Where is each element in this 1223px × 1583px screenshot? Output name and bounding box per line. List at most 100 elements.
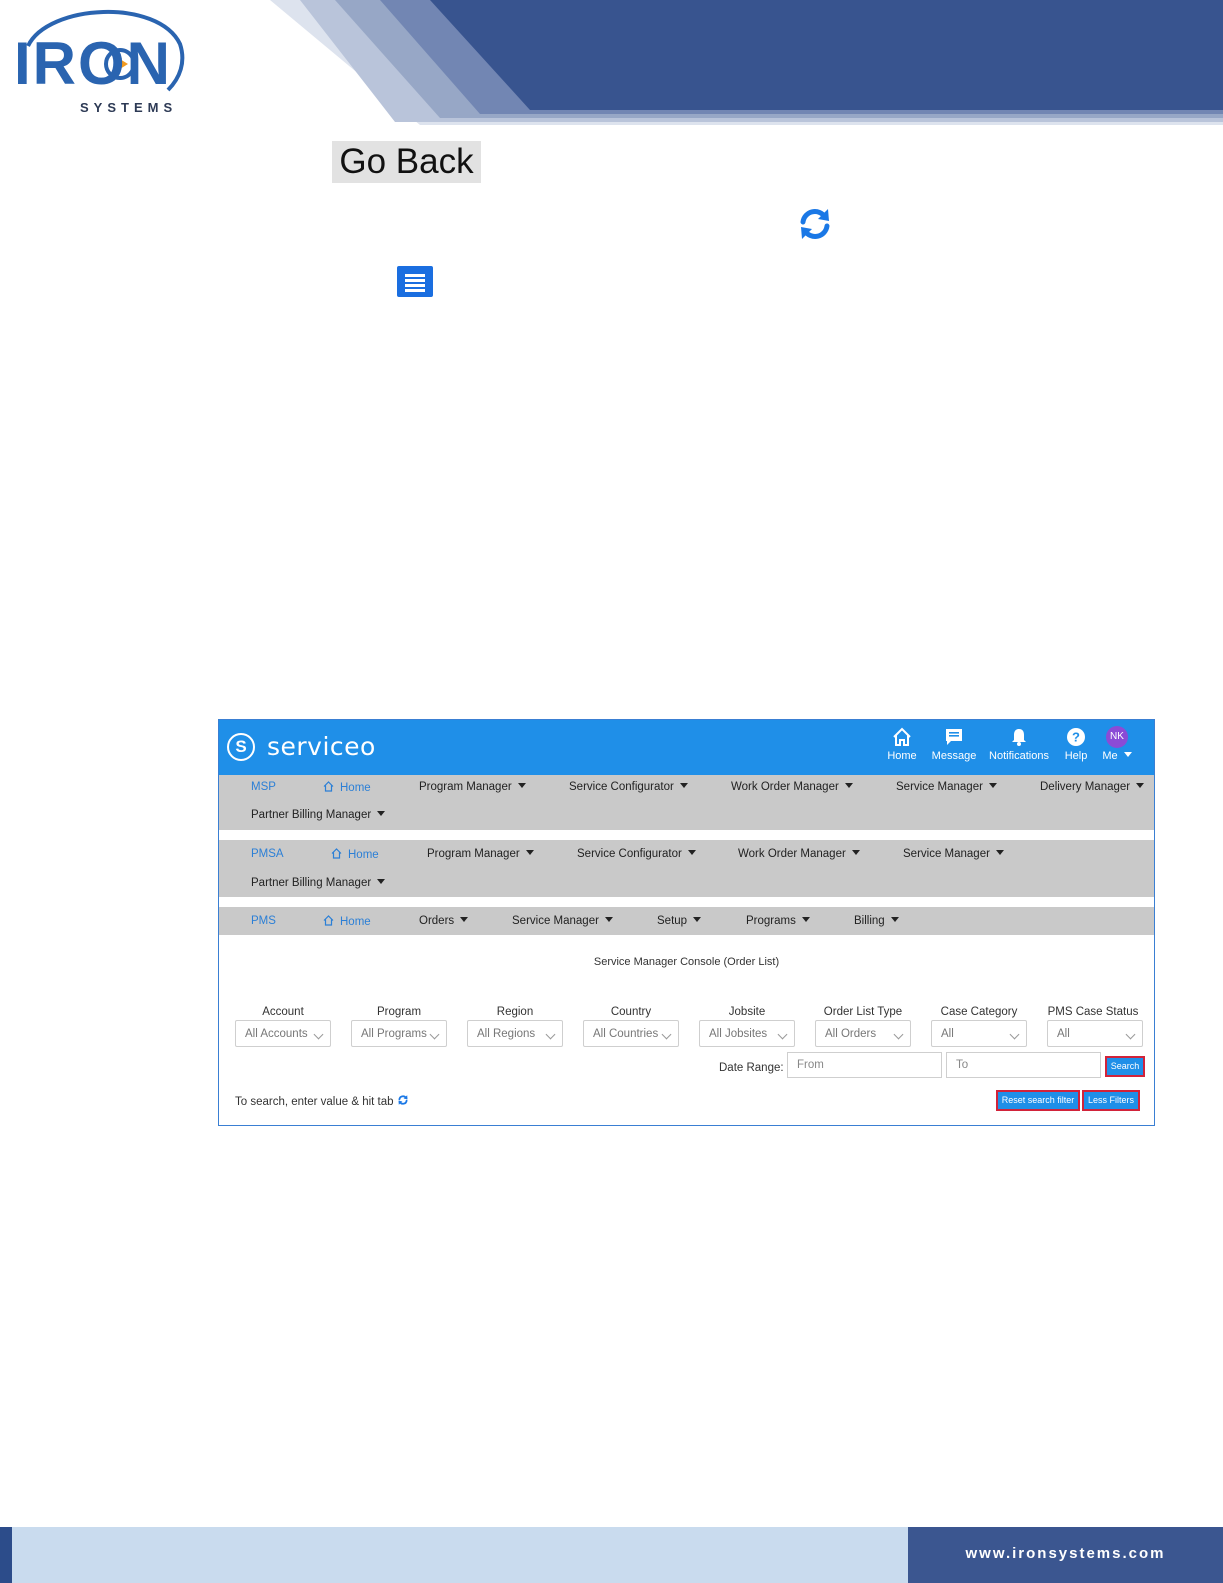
search-button[interactable]: Search xyxy=(1105,1056,1145,1077)
date-range-label: Date Range: xyxy=(719,1062,784,1074)
nav-label: Programs xyxy=(746,915,796,927)
filter-label-pms-case-status: PMS Case Status xyxy=(1047,1006,1139,1018)
program-select[interactable]: All Programs xyxy=(351,1020,447,1047)
iron-systems-logo: IRON SYSTEMS xyxy=(8,6,188,116)
nav-msp-home[interactable]: Home xyxy=(323,781,371,794)
reset-search-filter-button[interactable]: Reset search filter xyxy=(996,1090,1080,1111)
nav-label: Service Manager xyxy=(512,915,599,927)
nav-label: Home xyxy=(340,916,371,928)
chevron-down-icon xyxy=(890,917,899,922)
order-list-type-select[interactable]: All Orders xyxy=(815,1020,911,1047)
nav-pms-setup[interactable]: Setup xyxy=(657,915,702,927)
chevron-down-icon xyxy=(661,1029,672,1040)
chevron-down-icon xyxy=(679,783,688,788)
nav-pms-billing[interactable]: Billing xyxy=(854,915,899,927)
order-list-type-select-value: All Orders xyxy=(825,1028,877,1040)
chevron-down-icon xyxy=(995,850,1004,855)
nav-pmsa-work-order-manager[interactable]: Work Order Manager xyxy=(738,848,860,860)
account-select[interactable]: All Accounts xyxy=(235,1020,331,1047)
topnav-message[interactable]: Message xyxy=(929,726,979,762)
filter-label-program: Program xyxy=(376,1006,422,1018)
nav-label: Partner Billing Manager xyxy=(251,809,372,821)
nav-msp-service-configurator[interactable]: Service Configurator xyxy=(569,781,688,793)
date-to-input[interactable]: To xyxy=(946,1052,1101,1078)
app-brand: serviceo xyxy=(267,732,376,761)
topnav-home[interactable]: Home xyxy=(882,726,922,762)
document-header: IRON SYSTEMS xyxy=(0,0,1223,125)
nav-label: Service Manager xyxy=(896,781,983,793)
nav-label: Delivery Manager xyxy=(1040,781,1131,793)
nav-label: Work Order Manager xyxy=(731,781,839,793)
topnav-notifications-label: Notifications xyxy=(989,750,1049,762)
filter-label-country: Country xyxy=(610,1006,652,1018)
chevron-down-icon xyxy=(377,811,386,816)
jobsite-select[interactable]: All Jobsites xyxy=(699,1020,795,1047)
nav-pmsa-service-manager[interactable]: Service Manager xyxy=(903,848,1004,860)
chevron-down-icon xyxy=(604,917,613,922)
home-icon xyxy=(323,781,334,792)
nav-msp-code[interactable]: MSP xyxy=(251,781,276,793)
search-hint-text: To search, enter value & hit tab xyxy=(235,1096,394,1108)
chevron-down-icon xyxy=(988,783,997,788)
logo-subtext: SYSTEMS xyxy=(80,100,178,115)
nav-label: Service Manager xyxy=(903,848,990,860)
home-icon xyxy=(323,915,334,926)
nav-msp-work-order-manager[interactable]: Work Order Manager xyxy=(731,781,853,793)
nav-label: Home xyxy=(340,782,371,794)
chevron-down-icon xyxy=(851,850,860,855)
chevron-down-icon xyxy=(377,879,386,884)
chevron-down-icon xyxy=(687,850,696,855)
chevron-down-icon xyxy=(1125,1029,1136,1040)
help-icon: ? xyxy=(1067,728,1085,746)
nav-row-msp: MSP Home Program Manager Service Configu… xyxy=(219,775,1154,830)
nav-label: Home xyxy=(348,849,379,861)
jobsite-select-value: All Jobsites xyxy=(709,1028,768,1040)
case-category-select[interactable]: All xyxy=(931,1020,1027,1047)
topnav-help[interactable]: ? Help xyxy=(1061,726,1091,762)
nav-label: Setup xyxy=(657,915,688,927)
case-category-select-value: All xyxy=(941,1028,954,1040)
filter-label-account: Account xyxy=(262,1006,304,1018)
footer-url[interactable]: www.ironsystems.com xyxy=(908,1545,1223,1562)
date-from-input[interactable]: From xyxy=(787,1052,942,1078)
topnav-message-label: Message xyxy=(931,750,977,762)
nav-pmsa-partner-billing-manager[interactable]: Partner Billing Manager xyxy=(251,877,386,889)
less-filters-button[interactable]: Less Filters xyxy=(1082,1090,1140,1111)
chevron-down-icon xyxy=(525,850,534,855)
country-select[interactable]: All Countries xyxy=(583,1020,679,1047)
serviceo-screenshot: S serviceo Home Message Notifications ? … xyxy=(218,719,1155,1126)
chevron-down-icon xyxy=(893,1029,904,1040)
home-icon xyxy=(331,848,342,859)
nav-pmsa-code[interactable]: PMSA xyxy=(251,848,284,860)
filter-label-order-list-type: Order List Type xyxy=(823,1006,903,1018)
topnav-me[interactable]: NK Me xyxy=(1099,726,1135,762)
topnav-notifications[interactable]: Notifications xyxy=(987,726,1051,762)
avatar: NK xyxy=(1106,726,1128,748)
nav-msp-partner-billing-manager[interactable]: Partner Billing Manager xyxy=(251,809,386,821)
nav-row-pmsa: PMSA Home Program Manager Service Config… xyxy=(219,840,1154,897)
refresh-icon[interactable] xyxy=(795,204,835,244)
nav-pms-service-manager[interactable]: Service Manager xyxy=(512,915,613,927)
nav-pms-programs[interactable]: Programs xyxy=(746,915,810,927)
nav-msp-delivery-manager[interactable]: Delivery Manager xyxy=(1040,781,1145,793)
nav-msp-program-manager[interactable]: Program Manager xyxy=(419,781,526,793)
go-back-button[interactable]: Go Back xyxy=(332,141,481,183)
nav-pmsa-service-configurator[interactable]: Service Configurator xyxy=(577,848,696,860)
pms-case-status-select[interactable]: All xyxy=(1047,1020,1143,1047)
nav-pms-orders[interactable]: Orders xyxy=(419,915,469,927)
nav-label: Partner Billing Manager xyxy=(251,877,372,889)
nav-label: Orders xyxy=(419,915,455,927)
nav-msp-service-manager[interactable]: Service Manager xyxy=(896,781,997,793)
nav-pmsa-program-manager[interactable]: Program Manager xyxy=(427,848,534,860)
topnav-home-label: Home xyxy=(887,750,917,762)
chevron-down-icon xyxy=(429,1029,440,1040)
region-select[interactable]: All Regions xyxy=(467,1020,563,1047)
nav-pms-code[interactable]: PMS xyxy=(251,915,276,927)
refresh-icon[interactable] xyxy=(397,1094,409,1106)
list-view-icon[interactable] xyxy=(397,266,433,297)
nav-pms-home[interactable]: Home xyxy=(323,915,371,928)
region-select-value: All Regions xyxy=(477,1028,536,1040)
nav-label: Program Manager xyxy=(427,848,520,860)
serviceo-logo-icon: S xyxy=(227,733,255,761)
nav-pmsa-home[interactable]: Home xyxy=(331,848,379,861)
